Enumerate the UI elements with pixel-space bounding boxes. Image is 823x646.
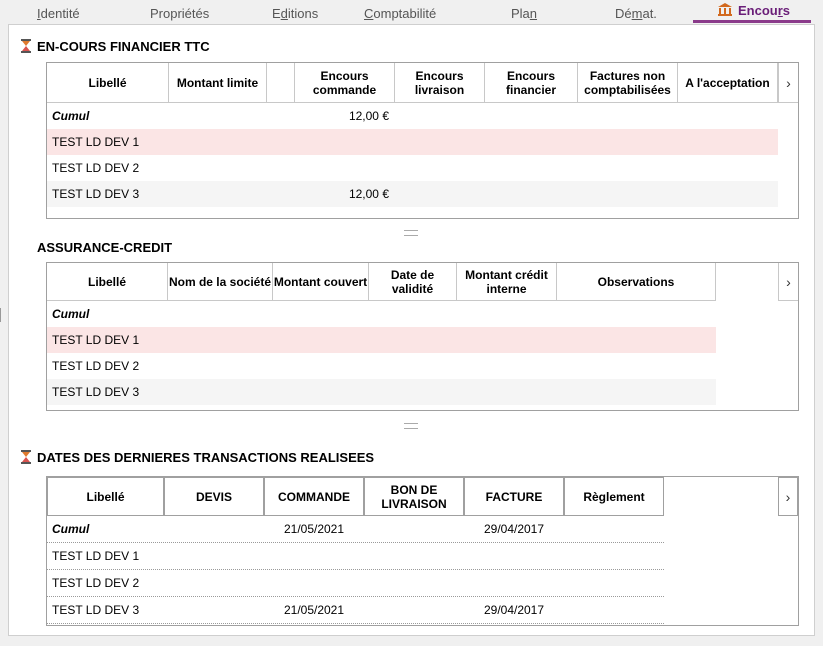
table-row-cumul[interactable]: Cumul 21/05/2021 29/04/2017 [47, 516, 664, 543]
cell-commande: 21/05/2021 [283, 603, 345, 617]
transactions-grid[interactable]: Libellé DEVIS COMMANDE BON DE LIVRAISON … [46, 476, 799, 626]
chevron-right-icon: › [785, 488, 791, 505]
splitter-handle[interactable] [404, 230, 418, 236]
column-header-libelle[interactable]: Libellé [47, 63, 169, 103]
tab-label: Dé [615, 6, 632, 21]
cell-libelle: Cumul [52, 307, 90, 321]
column-header-montant-limite[interactable]: Montant limite [169, 63, 267, 103]
table-row[interactable]: TEST LD DEV 2 [47, 570, 664, 597]
cell-encours-commande: 12,00 € [348, 109, 389, 123]
tab-bar: Identité Propriétés Editions Comptabilit… [0, 0, 823, 24]
table-row[interactable]: TEST LD DEV 1 [47, 543, 664, 570]
chevron-right-icon: › [786, 273, 791, 290]
cell-facture: 29/04/2017 [483, 603, 545, 617]
column-header-devis[interactable]: DEVIS [164, 477, 264, 516]
cell-libelle: Cumul [52, 109, 90, 123]
section-title-assurance: ASSURANCE-CREDIT [37, 240, 173, 255]
column-header-blank[interactable] [267, 63, 295, 103]
column-header-observations[interactable]: Observations [557, 263, 716, 301]
column-header-reglement[interactable]: Règlement [564, 477, 664, 516]
table-row[interactable]: TEST LD DEV 1 [47, 129, 778, 155]
column-header-libelle[interactable]: Libellé [47, 477, 164, 516]
column-header-facture[interactable]: FACTURE [464, 477, 564, 516]
tab-label: s [782, 3, 791, 18]
encours-grid[interactable]: Libellé Montant limite Encours commande … [46, 62, 799, 219]
tab-label-accesskey: d [280, 6, 288, 21]
column-header-factures-non-comptabilisees[interactable]: Factures non comptabilisées [578, 63, 678, 103]
cell-commande: 21/05/2021 [283, 522, 345, 536]
encours-panel: EN-COURS FINANCIER TTC Libellé Montant l… [8, 24, 815, 636]
resize-handle[interactable] [0, 308, 3, 322]
cell-libelle: TEST LD DEV 2 [52, 576, 140, 590]
scroll-right-button[interactable]: › [778, 263, 798, 301]
tab-demat[interactable]: Démat. [615, 6, 657, 21]
tab-plan[interactable]: Plan [511, 6, 537, 21]
section-title-text: EN-COURS FINANCIER TTC [37, 39, 210, 54]
cell-libelle: TEST LD DEV 2 [52, 161, 140, 175]
column-header-encours-livraison[interactable]: Encours livraison [395, 63, 485, 103]
section-title-encours: EN-COURS FINANCIER TTC [21, 39, 210, 56]
cell-libelle: TEST LD DEV 3 [52, 187, 140, 201]
tab-label: Pla [511, 6, 530, 21]
tab-label: itions [287, 6, 319, 21]
column-header-montant-couvert[interactable]: Montant couvert [273, 263, 369, 301]
column-header-libelle[interactable]: Libellé [47, 263, 168, 301]
cell-libelle: Cumul [52, 522, 90, 536]
splitter-handle[interactable] [404, 423, 418, 429]
tab-proprietes[interactable]: Propriétés [150, 6, 209, 21]
tab-label-accesskey: C [364, 6, 374, 21]
table-row[interactable]: TEST LD DEV 2 [47, 155, 778, 181]
active-tab-indicator [693, 20, 811, 23]
scroll-right-button[interactable]: › [778, 63, 798, 103]
cell-libelle: TEST LD DEV 2 [52, 359, 140, 373]
bank-icon [717, 2, 733, 20]
cell-libelle: TEST LD DEV 1 [52, 333, 140, 347]
tab-label: omptabilité [373, 6, 437, 21]
cell-libelle: TEST LD DEV 3 [52, 385, 140, 399]
tab-label: at. [642, 6, 657, 21]
table-row-cumul[interactable]: Cumul [47, 301, 716, 327]
table-row[interactable]: TEST LD DEV 3 21/05/2021 29/04/2017 [47, 597, 664, 624]
table-row[interactable]: TEST LD DEV 3 [47, 379, 716, 405]
cell-facture: 29/04/2017 [483, 522, 545, 536]
column-header-montant-credit-interne[interactable]: Montant crédit interne [457, 263, 557, 301]
tab-editions[interactable]: Editions [272, 6, 318, 21]
tab-identite[interactable]: Identité [37, 6, 80, 21]
tab-label: Propriétés [150, 6, 210, 21]
table-row-cumul[interactable]: Cumul 12,00 € [47, 103, 778, 129]
section-title-dates: DATES DES DERNIERES TRANSACTIONS REALISE… [21, 450, 374, 467]
column-header-date-validite[interactable]: Date de validité [369, 263, 457, 301]
cell-libelle: TEST LD DEV 1 [52, 135, 140, 149]
column-header-encours-commande[interactable]: Encours commande [295, 63, 395, 103]
tab-label-accesskey: n [529, 6, 538, 21]
column-header-bon-livraison[interactable]: BON DE LIVRAISON [364, 477, 464, 516]
tab-encours[interactable]: Encours [717, 2, 790, 20]
tab-label: E [272, 6, 281, 21]
column-header-encours-financier[interactable]: Encours financier [485, 63, 578, 103]
column-header-commande[interactable]: COMMANDE [264, 477, 364, 516]
scroll-right-button[interactable]: › [778, 477, 798, 516]
tab-label-accesskey: m [631, 6, 643, 21]
hourglass-icon [21, 450, 31, 467]
assurance-grid[interactable]: Libellé Nom de la société Montant couver… [46, 262, 799, 411]
column-header-acceptation[interactable]: A l'acceptation [678, 63, 778, 103]
chevron-right-icon: › [786, 74, 791, 91]
cell-libelle: TEST LD DEV 1 [52, 549, 140, 563]
hourglass-icon [21, 39, 31, 56]
table-row[interactable]: TEST LD DEV 3 12,00 € [47, 181, 778, 207]
section-title-text: DATES DES DERNIERES TRANSACTIONS REALISE… [37, 450, 375, 465]
table-row[interactable]: TEST LD DEV 1 [47, 327, 716, 353]
tab-label: dentité [40, 6, 80, 21]
cell-encours-commande: 12,00 € [348, 187, 389, 201]
cell-libelle: TEST LD DEV 3 [52, 603, 140, 617]
column-header-nom-societe[interactable]: Nom de la société [168, 263, 273, 301]
tab-comptabilite[interactable]: Comptabilité [364, 6, 436, 21]
table-row[interactable]: TEST LD DEV 2 [47, 353, 716, 379]
tab-label: Encou [738, 3, 778, 18]
